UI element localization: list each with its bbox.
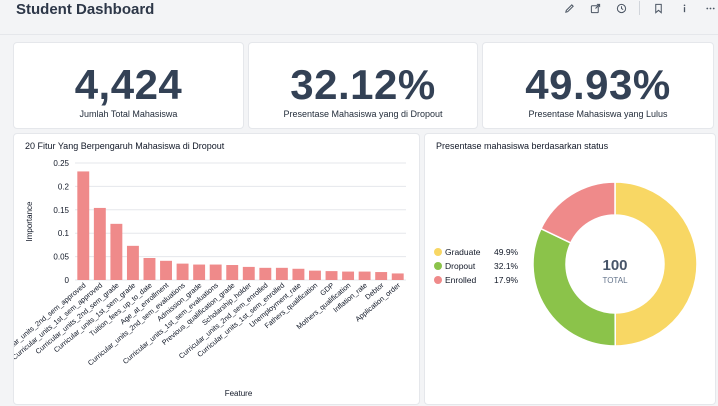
kpi-label: Presentase Mahasiswa yang di Dropout: [283, 109, 443, 119]
bar: [275, 267, 288, 280]
bar: [193, 264, 206, 280]
bar: [160, 260, 172, 280]
dashboard-header: Student Dashboard: [0, 0, 718, 35]
clock-icon[interactable]: [613, 0, 629, 16]
feature-importance-chart: 00.050.10.150.20.25Curricular_units_2nd_…: [14, 159, 406, 398]
legend-marker: [434, 262, 442, 270]
dashboard-toolbar: [551, 0, 718, 16]
bar: [375, 272, 388, 280]
y-tick-label: 0.05: [53, 253, 69, 262]
bookmark-icon[interactable]: [650, 0, 666, 16]
y-tick-label: 0.25: [53, 159, 69, 168]
bar: [77, 171, 90, 280]
more-icon[interactable]: [702, 0, 718, 16]
kpi-label: Presentase Mahasiswa yang Lulus: [528, 109, 668, 119]
bar: [342, 271, 355, 280]
y-axis-label: Importance: [25, 201, 34, 242]
bar: [292, 268, 305, 280]
kpi-value: 32.12%: [290, 61, 436, 108]
bar: [242, 266, 255, 280]
edit-icon[interactable]: [561, 0, 577, 16]
legend-marker: [434, 276, 442, 284]
kpi-card-dropout-rate: 32.12% Presentase Mahasiswa yang di Drop…: [248, 42, 478, 129]
bar: [143, 258, 156, 280]
legend-label: Graduate: [445, 247, 481, 257]
donut-center-value: 100: [602, 257, 627, 274]
bar: [309, 270, 321, 280]
donut-slice: [532, 227, 617, 347]
x-axis-label: Feature: [225, 389, 253, 398]
bar: [209, 264, 222, 280]
y-tick-label: 0.2: [58, 182, 70, 191]
y-tick-label: 0.15: [53, 206, 69, 215]
kpi-value: 49.93%: [525, 61, 671, 108]
legend-label: Enrolled: [445, 275, 476, 285]
legend-value: 32.1%: [494, 261, 519, 271]
legend-marker: [434, 248, 442, 256]
bar: [126, 245, 139, 280]
bar: [93, 207, 106, 280]
kpi-label: Jumlah Total Mahasiswa: [79, 109, 178, 119]
donut-slice: [539, 181, 616, 244]
share-icon[interactable]: [587, 0, 603, 16]
bar: [391, 273, 404, 280]
bar: [259, 267, 272, 280]
page-title: Student Dashboard: [16, 1, 155, 18]
status-distribution-panel: Presentase mahasiswa berdasarkan status …: [424, 133, 716, 405]
bar: [325, 271, 338, 280]
bar: [110, 223, 123, 280]
y-tick-label: 0: [65, 276, 70, 285]
info-icon[interactable]: [676, 0, 692, 16]
donut-center-label: TOTAL: [602, 276, 628, 285]
toolbar-divider: [639, 1, 640, 15]
bar: [358, 271, 371, 280]
bar: [226, 265, 239, 280]
status-donut-chart: 100 TOTAL Graduate 49.9% Dropout 32.1% Enrolle…: [434, 181, 698, 347]
legend-value: 49.9%: [494, 247, 519, 257]
kpi-value: 4,424: [74, 61, 183, 108]
legend-label: Dropout: [445, 261, 476, 271]
kpi-card-total-students: 4,424 Jumlah Total Mahasiswa: [13, 42, 244, 129]
y-tick-label: 0.1: [58, 229, 70, 238]
legend-value: 17.9%: [494, 275, 519, 285]
feature-importance-panel: 20 Fitur Yang Berpengaruh Mahasiswa di D…: [13, 133, 420, 405]
kpi-card-graduate-rate: 49.93% Presentase Mahasiswa yang Lulus: [482, 42, 714, 129]
bar: [176, 263, 189, 280]
